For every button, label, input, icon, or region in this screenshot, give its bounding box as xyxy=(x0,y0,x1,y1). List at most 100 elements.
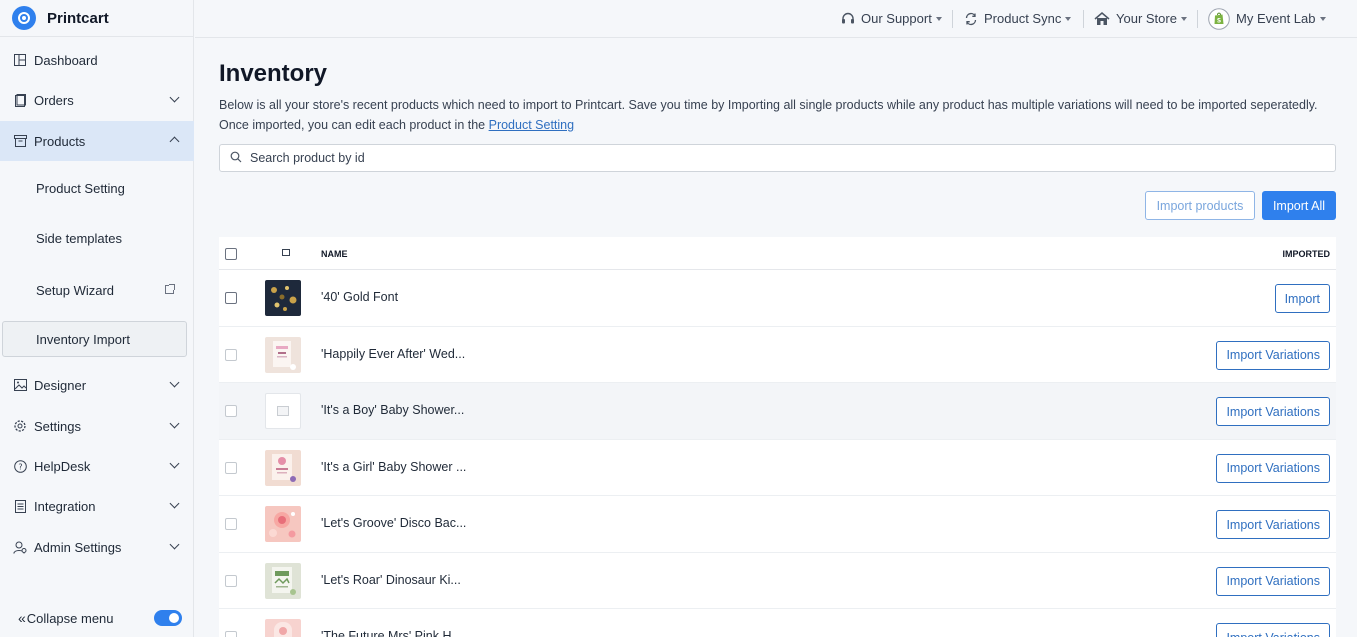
product-name: '40' Gold Font xyxy=(321,290,399,304)
caret-down-icon xyxy=(935,16,942,21)
product-name: 'The Future Mrs' Pink H... xyxy=(321,629,462,637)
your-store-label: Your Store xyxy=(1116,11,1177,26)
chevron-down-icon xyxy=(169,498,180,509)
external-link-icon xyxy=(165,284,175,294)
sidebar-item-orders[interactable]: Orders xyxy=(0,80,194,120)
sync-icon xyxy=(964,12,978,26)
row-checkbox[interactable] xyxy=(225,631,237,637)
products-submenu: Product Setting Side templates Setup Wiz… xyxy=(0,161,188,361)
sidebar-subitem-label: Inventory Import xyxy=(36,331,130,347)
sidebar-subitem-setup-wizard[interactable]: Setup Wizard xyxy=(0,272,188,308)
sidebar-item-label: Integration xyxy=(34,498,96,514)
page-title: Inventory xyxy=(219,60,328,87)
table-row: 'Let's Groove' Disco Bac... Import Varia… xyxy=(219,496,1336,553)
product-name: 'It's a Boy' Baby Shower... xyxy=(321,403,465,417)
home-icon xyxy=(1094,11,1110,26)
sidebar-item-label: Products xyxy=(34,133,86,149)
svg-text:?: ? xyxy=(18,462,22,471)
sidebar-subitem-side-templates[interactable]: Side templates xyxy=(0,220,188,256)
description-text: Below is all your store's recent product… xyxy=(219,98,1318,132)
products-icon xyxy=(13,134,27,148)
search-box[interactable] xyxy=(219,144,1336,172)
sidebar-subitem-label: Product Setting xyxy=(36,180,125,196)
image-column-icon xyxy=(282,249,290,256)
import-variations-button[interactable]: Import Variations xyxy=(1216,453,1330,483)
collapse-menu[interactable]: « Collapse menu xyxy=(0,599,194,637)
sidebar: Printcart Dashboard Orders Products Prod… xyxy=(0,0,194,637)
sidebar-subitem-label: Setup Wizard xyxy=(36,282,115,298)
import-variations-button[interactable]: Import Variations xyxy=(1216,510,1330,539)
our-support-menu[interactable]: Our Support xyxy=(841,0,942,37)
divider xyxy=(952,10,953,28)
headset-icon xyxy=(841,12,855,26)
dashboard-icon xyxy=(13,53,27,67)
inventory-table: NAME IMPORTED '40' Gold Font Import 'Hap… xyxy=(219,237,1336,637)
sidebar-item-integration[interactable]: Integration xyxy=(0,486,194,526)
image-placeholder-icon xyxy=(265,393,301,429)
row-checkbox[interactable] xyxy=(225,461,237,474)
sidebar-item-designer[interactable]: Designer xyxy=(0,365,194,405)
orders-icon xyxy=(13,93,27,107)
import-variations-button[interactable]: Import Variations xyxy=(1216,566,1330,596)
chevron-down-icon xyxy=(169,539,180,550)
product-thumbnail xyxy=(265,280,301,316)
sidebar-item-products[interactable]: Products xyxy=(0,121,194,161)
account-menu[interactable]: S My Event Lab xyxy=(1208,0,1326,37)
import-all-button[interactable]: Import All xyxy=(1262,191,1336,220)
shopify-avatar-icon: S xyxy=(1208,7,1230,30)
brand-name: Printcart xyxy=(47,9,109,27)
product-setting-link[interactable]: Product Setting xyxy=(489,118,574,132)
sidebar-item-label: Orders xyxy=(34,92,74,108)
column-header-imported: IMPORTED xyxy=(1282,249,1330,259)
sidebar-item-label: Settings xyxy=(34,418,81,434)
sidebar-item-helpdesk[interactable]: ? HelpDesk xyxy=(0,446,194,486)
row-checkbox[interactable] xyxy=(225,574,237,587)
table-row: 'Happily Ever After' Wed... Import Varia… xyxy=(219,327,1336,383)
import-variations-button[interactable]: Import Variations xyxy=(1216,340,1330,370)
gear-icon xyxy=(13,419,27,433)
admin-settings-icon xyxy=(13,540,27,554)
integration-icon xyxy=(13,499,27,513)
chevron-down-icon xyxy=(169,92,180,103)
caret-down-icon xyxy=(1065,16,1072,21)
collapse-menu-toggle[interactable] xyxy=(154,610,182,626)
sidebar-item-settings[interactable]: Settings xyxy=(0,406,194,446)
chevron-down-icon xyxy=(169,458,180,469)
import-products-button[interactable]: Import products xyxy=(1145,191,1255,220)
sidebar-subitem-label: Side templates xyxy=(36,230,122,246)
import-button[interactable]: Import xyxy=(1274,284,1330,313)
product-name: 'It's a Girl' Baby Shower ... xyxy=(321,459,467,474)
product-name: 'Happily Ever After' Wed... xyxy=(321,346,466,361)
import-variations-button[interactable]: Import Variations xyxy=(1216,397,1330,426)
caret-down-icon xyxy=(1180,16,1187,21)
your-store-menu[interactable]: Your Store xyxy=(1094,0,1187,37)
designer-icon xyxy=(13,378,27,392)
product-thumbnail xyxy=(265,449,301,486)
table-row: 'It's a Girl' Baby Shower ... Import Var… xyxy=(219,440,1336,496)
row-checkbox[interactable] xyxy=(225,405,237,417)
page-description: Below is all your store's recent product… xyxy=(219,95,1329,135)
chevron-down-icon xyxy=(169,377,180,388)
row-checkbox[interactable] xyxy=(225,518,237,530)
table-row: '40' Gold Font Import xyxy=(219,270,1336,327)
product-sync-menu[interactable]: Product Sync xyxy=(964,0,1072,37)
product-thumbnail xyxy=(265,562,301,599)
product-name: 'Let's Groove' Disco Bac... xyxy=(321,516,467,530)
sidebar-subitem-inventory-import[interactable]: Inventory Import xyxy=(2,321,187,357)
our-support-label: Our Support xyxy=(861,11,932,26)
row-checkbox[interactable] xyxy=(225,292,237,304)
product-name: 'Let's Roar' Dinosaur Ki... xyxy=(321,572,461,587)
sidebar-item-admin-settings[interactable]: Admin Settings xyxy=(0,527,194,567)
import-variations-button[interactable]: Import Variations xyxy=(1216,623,1330,637)
search-input[interactable] xyxy=(250,151,1250,165)
sidebar-subitem-product-setting[interactable]: Product Setting xyxy=(0,170,188,206)
select-all-checkbox[interactable] xyxy=(225,248,237,260)
brand[interactable]: Printcart xyxy=(0,0,193,37)
row-checkbox[interactable] xyxy=(225,348,237,361)
printcart-logo-icon xyxy=(12,6,36,30)
sidebar-item-dashboard[interactable]: Dashboard xyxy=(0,40,194,80)
divider xyxy=(1083,10,1084,28)
product-thumbnail xyxy=(265,506,301,542)
collapse-menu-label: Collapse menu xyxy=(26,610,114,626)
product-thumbnail xyxy=(265,619,301,637)
